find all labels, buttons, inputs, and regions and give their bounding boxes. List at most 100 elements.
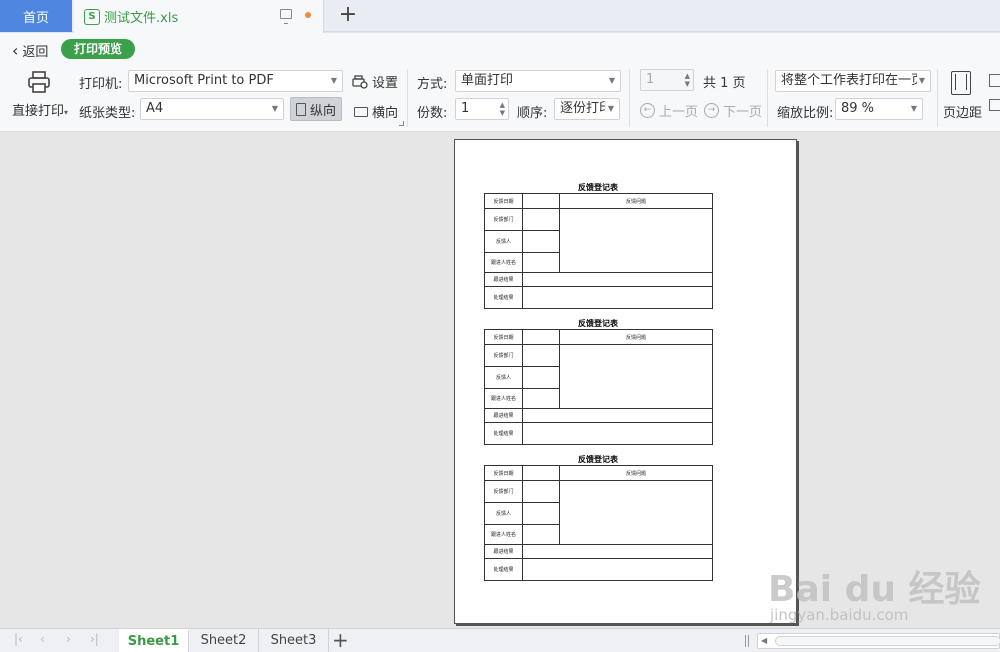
portrait-button[interactable]: 纵向 [290, 97, 342, 121]
back-button[interactable]: ‹ 返回 [12, 40, 48, 60]
print-preview-badge: 打印预览 [61, 39, 136, 59]
stepper-arrows-icon: ▲ ▼ [684, 72, 690, 88]
method-label: 方式: [417, 77, 448, 92]
form-cell: 反馈日期 [484, 465, 523, 481]
copies-stepper[interactable]: 1 ▲ ▼ [455, 98, 509, 120]
dropdown-arrow-icon: ▼ [916, 71, 925, 91]
checkbox[interactable] [989, 74, 1000, 87]
next-page-button[interactable]: → 下一页 [704, 101, 762, 120]
expand-corner-icon[interactable] [399, 121, 404, 126]
form-cell [522, 480, 560, 503]
form-title: 反馈登记表 [578, 455, 618, 464]
checkbox[interactable] [989, 99, 1000, 111]
form-cell: 反馈问题 [559, 329, 713, 345]
form-cell [522, 286, 713, 309]
first-sheet-icon[interactable]: |‹ [14, 632, 23, 646]
split-handle[interactable] [745, 635, 749, 647]
form-cell [522, 465, 560, 481]
watermark: Bai du 经验 jingyan.baidu.com [760, 548, 990, 628]
print-method-value: 单面打印 [461, 73, 514, 88]
form-cell [522, 502, 560, 525]
scale-label: 缩放比例: [777, 106, 834, 121]
form-cell: 反馈部门 [484, 208, 523, 231]
sheet-tab-bar: |‹ ‹ › ›| Sheet1 Sheet2 Sheet3 + ◀ [0, 628, 1000, 652]
printer-value: Microsoft Print to PDF [134, 73, 274, 88]
sheet-tab-2[interactable]: Sheet2 [189, 629, 259, 652]
feedback-form-table: 反馈日期 反馈问题 反馈部门 反馈人 跟进人姓名 跟进结果 处理结果 [484, 465, 713, 581]
settings-label: 设置 [372, 76, 399, 91]
sheet-tab-3[interactable]: Sheet3 [259, 629, 329, 652]
page-margins-label[interactable]: 页边距 [943, 102, 982, 121]
portrait-page-icon [295, 102, 306, 116]
form-cell [522, 252, 560, 273]
prev-page-label: 上一页 [659, 105, 699, 120]
tab-bar: 首页 S 测试文件.xls + [0, 0, 1000, 33]
sheet-tab-1[interactable]: Sheet1 [119, 629, 189, 652]
stepper-arrows-icon[interactable]: ▲ ▼ [500, 101, 505, 117]
new-tab-button[interactable]: + [338, 3, 358, 29]
form-cell: 跟进人姓名 [484, 388, 523, 409]
monitor-icon[interactable] [280, 9, 292, 24]
add-sheet-button[interactable]: + [332, 628, 349, 652]
form-cell: 跟进结果 [484, 544, 523, 559]
form-cell: 反馈问题 [559, 465, 713, 481]
paper-type-select[interactable]: A4 ▼ [140, 98, 284, 120]
tab-file-label: 测试文件.xls [104, 11, 179, 26]
printer-icon[interactable] [27, 71, 51, 93]
divider [937, 69, 938, 127]
unsaved-dot-icon [305, 12, 311, 18]
form-cell: 跟进人姓名 [484, 524, 523, 545]
order-label: 顺序: [517, 106, 548, 121]
form-cell: 反馈问题 [559, 193, 713, 209]
form-cell [522, 544, 713, 559]
tab-home[interactable]: 首页 [0, 0, 72, 32]
form-cell: 处理结果 [484, 286, 523, 309]
page-margins-icon[interactable] [951, 71, 971, 95]
portrait-label: 纵向 [309, 103, 336, 119]
horizontal-scrollbar[interactable]: ◀ [757, 633, 1000, 649]
form-cell: 处理结果 [484, 422, 523, 445]
prev-sheet-icon[interactable]: ‹ [40, 632, 45, 646]
landscape-label: 横向 [372, 106, 399, 121]
form-cell [522, 388, 560, 409]
print-order-select[interactable]: 逐份打印 ▼ [554, 98, 620, 120]
chevron-left-icon: ‹ [12, 40, 19, 60]
printer-settings-button[interactable]: 设置 [352, 72, 398, 91]
form-cell: 反馈人 [484, 230, 523, 253]
form-cell [522, 208, 560, 231]
direct-print-button[interactable]: 直接打印▾ [12, 100, 68, 119]
last-sheet-icon[interactable]: ›| [90, 632, 99, 646]
scale-select[interactable]: 89 % ▼ [835, 98, 923, 120]
landscape-button[interactable]: 横向 [354, 102, 398, 121]
scale-value: 89 % [841, 101, 875, 116]
form-cell: 反馈人 [484, 366, 523, 389]
form-cell [559, 344, 713, 409]
form-cell [559, 480, 713, 545]
paper-type-label: 纸张类型: [79, 106, 136, 121]
form-cell [522, 558, 713, 581]
scrollbar-thumb[interactable] [775, 636, 1000, 646]
page-number-stepper[interactable]: 1 ▲ ▼ [640, 69, 694, 91]
printer-select[interactable]: Microsoft Print to PDF ▼ [128, 70, 343, 92]
form-cell: 反馈日期 [484, 329, 523, 345]
dropdown-arrow-icon: ▼ [271, 104, 278, 113]
dropdown-arrow-icon: ▼ [608, 76, 615, 85]
form-cell [522, 329, 560, 345]
form-cell [522, 193, 560, 209]
scroll-left-icon[interactable]: ◀ [761, 636, 767, 645]
form-cell [522, 524, 560, 545]
divider [407, 69, 408, 127]
form-cell: 处理结果 [484, 558, 523, 581]
form-cell [522, 272, 713, 287]
form-cell [522, 344, 560, 367]
print-method-select[interactable]: 单面打印 ▼ [455, 70, 621, 92]
next-sheet-icon[interactable]: › [66, 632, 71, 646]
dropdown-arrow-icon: ▼ [605, 99, 614, 119]
form-cell [522, 422, 713, 445]
form-cell [559, 208, 713, 273]
form-title: 反馈登记表 [578, 319, 618, 328]
printer-settings-icon [352, 74, 368, 89]
prev-page-button[interactable]: ← 上一页 [640, 101, 698, 120]
form-cell: 反馈人 [484, 502, 523, 525]
fit-to-page-select[interactable]: 将整个工作表打印在一页 ▼ [775, 70, 931, 92]
